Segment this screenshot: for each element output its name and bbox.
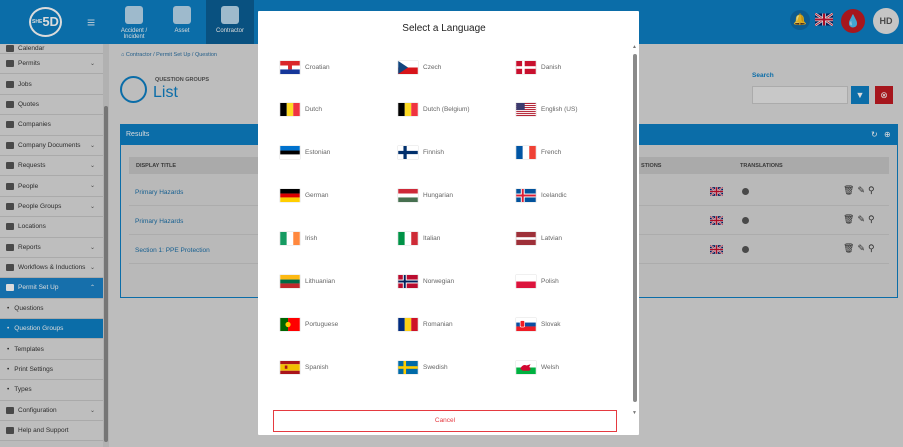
language-option-swedish[interactable]: Swedish [398, 361, 448, 374]
language-label: Estonian [305, 149, 331, 156]
language-label: Swedish [423, 364, 448, 371]
language-option-norwegian[interactable]: Norwegian [398, 275, 454, 288]
language-label: Norwegian [423, 278, 455, 285]
language-option-finnish[interactable]: Finnish [398, 146, 444, 159]
estonia-flag-icon [280, 146, 300, 159]
spain-flag-icon [280, 361, 300, 374]
language-label: English (US) [541, 106, 578, 113]
language-option-english-us[interactable]: English (US) [516, 103, 577, 116]
norway-flag-icon [398, 275, 418, 288]
language-label: Lithuanian [305, 278, 335, 285]
hungary-flag-icon [398, 189, 418, 202]
dialog-title: Select a Language [402, 23, 486, 34]
ireland-flag-icon [280, 232, 300, 245]
language-label: Dutch [305, 106, 322, 113]
language-label: Icelandic [541, 192, 567, 199]
language-label: Hungarian [423, 192, 453, 199]
language-label: German [305, 192, 329, 199]
lithuania-flag-icon [280, 275, 300, 288]
cancel-button[interactable]: Cancel [273, 410, 617, 432]
language-option-croatian[interactable]: Croatian [280, 61, 330, 74]
language-option-spanish[interactable]: Spanish [280, 361, 329, 374]
language-option-welsh[interactable]: Welsh [516, 361, 559, 374]
usa-flag-icon [516, 103, 536, 116]
language-label: Welsh [541, 364, 559, 371]
language-option-romanian[interactable]: Romanian [398, 318, 453, 331]
language-option-dutch-belgium[interactable]: Dutch (Belgium) [398, 103, 470, 116]
language-label: Romanian [423, 321, 453, 328]
language-label: Czech [423, 64, 442, 71]
scroll-up-icon[interactable]: ▲ [632, 44, 637, 50]
poland-flag-icon [516, 275, 536, 288]
romania-flag-icon [398, 318, 418, 331]
language-option-irish[interactable]: Irish [280, 232, 317, 245]
scroll-down-icon[interactable]: ▼ [632, 410, 637, 416]
belgium-flag-icon [280, 103, 300, 116]
select-language-dialog: Select a Language Croatian Czech Danish … [258, 11, 639, 435]
scrollbar-thumb[interactable] [633, 54, 637, 402]
language-option-czech[interactable]: Czech [398, 61, 441, 74]
portugal-flag-icon [280, 318, 300, 331]
language-option-dutch[interactable]: Dutch [280, 103, 322, 116]
czech-flag-icon [398, 61, 418, 74]
language-option-portuguese[interactable]: Portuguese [280, 318, 338, 331]
language-label: Irish [305, 235, 318, 242]
language-label: Portuguese [305, 321, 339, 328]
language-label: French [541, 149, 562, 156]
wales-flag-icon [516, 361, 536, 374]
finland-flag-icon [398, 146, 418, 159]
language-label: Dutch (Belgium) [423, 106, 470, 113]
iceland-flag-icon [516, 189, 536, 202]
italy-flag-icon [398, 232, 418, 245]
language-option-danish[interactable]: Danish [516, 61, 561, 74]
language-label: Spanish [305, 364, 329, 371]
language-label: Danish [541, 64, 562, 71]
sweden-flag-icon [398, 361, 418, 374]
germany-flag-icon [280, 189, 300, 202]
dialog-scrollbar[interactable]: ▲ ▼ [631, 42, 639, 427]
language-option-polish[interactable]: Polish [516, 275, 559, 288]
language-option-italian[interactable]: Italian [398, 232, 440, 245]
language-label: Italian [423, 235, 441, 242]
language-label: Finnish [423, 149, 444, 156]
france-flag-icon [516, 146, 536, 159]
language-option-estonian[interactable]: Estonian [280, 146, 330, 159]
slovakia-flag-icon [516, 318, 536, 331]
language-option-french[interactable]: French [516, 146, 561, 159]
language-option-icelandic[interactable]: Icelandic [516, 189, 567, 202]
denmark-flag-icon [516, 61, 536, 74]
language-label: Croatian [305, 64, 330, 71]
language-label: Latvian [541, 235, 562, 242]
language-label: Slovak [541, 321, 561, 328]
language-option-latvian[interactable]: Latvian [516, 232, 562, 245]
language-option-hungarian[interactable]: Hungarian [398, 189, 453, 202]
belgium-flag-icon [398, 103, 418, 116]
language-label: Polish [541, 278, 559, 285]
latvia-flag-icon [516, 232, 536, 245]
croatia-flag-icon [280, 61, 300, 74]
language-option-lithuanian[interactable]: Lithuanian [280, 275, 335, 288]
language-option-slovak[interactable]: Slovak [516, 318, 561, 331]
language-option-german[interactable]: German [280, 189, 328, 202]
